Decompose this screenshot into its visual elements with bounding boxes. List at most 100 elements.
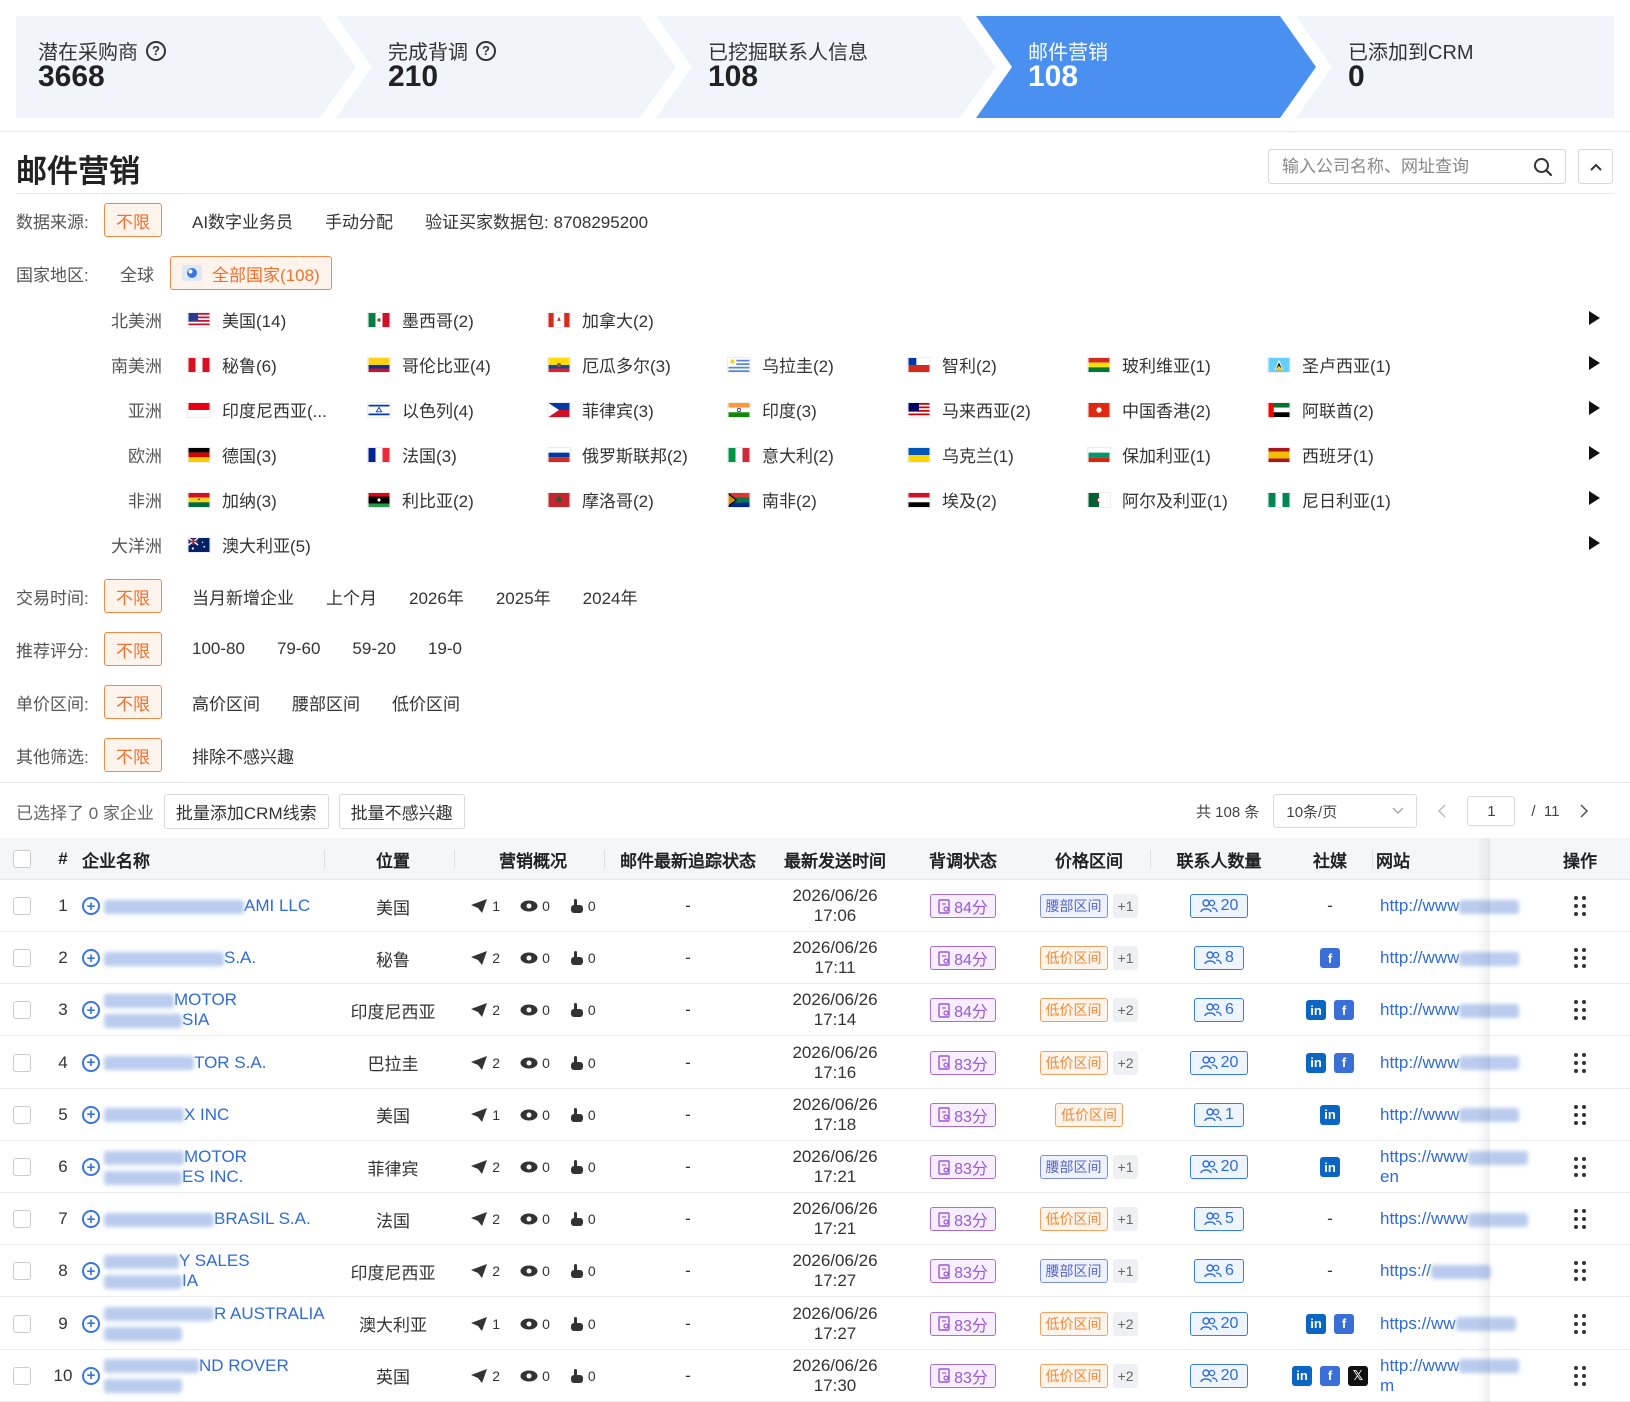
facebook-icon[interactable]: f: [1320, 948, 1340, 969]
column-header[interactable]: 位置: [328, 838, 458, 880]
search-box[interactable]: [1268, 149, 1566, 184]
country-filter-ph[interactable]: 菲律宾(3): [547, 397, 654, 422]
company-name-link[interactable]: MOTOR ES INC.: [104, 1147, 247, 1187]
website-link[interactable]: https://: [1380, 1261, 1492, 1281]
table-row[interactable]: 3 + MOTOR SIA 印度尼西亚 2 0 0-2026/06/26 17:14 84分 低价区…: [0, 984, 1630, 1037]
x-icon[interactable]: 𝕏: [1348, 1365, 1368, 1386]
country-filter-il[interactable]: 以色列(4): [367, 397, 474, 422]
filter-trade-time-option[interactable]: 当月新增企业: [192, 584, 294, 609]
facebook-icon[interactable]: f: [1334, 1313, 1354, 1334]
country-filter-fr[interactable]: 法国(3): [367, 442, 457, 467]
contact-count-badge[interactable]: 20: [1189, 894, 1249, 918]
country-filter-es[interactable]: 西班牙(1): [1267, 442, 1374, 467]
website-link[interactable]: http://www: [1380, 1053, 1520, 1073]
row-checkbox[interactable]: [13, 949, 31, 968]
price-more-badge[interactable]: +1: [1112, 1207, 1139, 1232]
company-name-link[interactable]: X INC: [104, 1105, 229, 1125]
more-actions-icon[interactable]: [1574, 1209, 1586, 1230]
row-checkbox[interactable]: [13, 1366, 31, 1385]
expand-row-icon[interactable]: +: [82, 949, 100, 968]
filter-source-package[interactable]: 验证买家数据包: 8708295200: [425, 208, 648, 233]
search-input[interactable]: [1269, 150, 1519, 183]
country-filter-ma[interactable]: 摩洛哥(2): [547, 487, 654, 512]
expand-region-icon[interactable]: [1589, 446, 1600, 460]
row-checkbox[interactable]: [13, 897, 31, 915]
contact-count-badge[interactable]: 8: [1194, 946, 1244, 971]
search-icon[interactable]: [1533, 157, 1553, 182]
score-badge[interactable]: 83分: [930, 1311, 996, 1336]
expand-region-icon[interactable]: [1589, 356, 1600, 370]
linkedin-icon[interactable]: in: [1320, 1104, 1340, 1125]
price-more-badge[interactable]: +2: [1112, 1311, 1139, 1336]
column-header[interactable]: 网站: [1376, 838, 1530, 880]
contact-count-badge[interactable]: 5: [1194, 1207, 1244, 1232]
score-badge[interactable]: 83分: [930, 1259, 996, 1284]
website-link[interactable]: http://www: [1380, 948, 1520, 968]
more-actions-icon[interactable]: [1574, 1104, 1586, 1125]
contact-count-badge[interactable]: 1: [1194, 1102, 1244, 1127]
funnel-step-2[interactable]: 完成背调? 210: [336, 16, 676, 118]
country-filter-de[interactable]: 德国(3): [187, 442, 277, 467]
country-filter-bg[interactable]: 保加利亚(1): [1087, 442, 1211, 467]
company-name-link[interactable]: AMI LLC: [104, 896, 310, 916]
country-filter-hk[interactable]: 中国香港(2): [1087, 397, 1211, 422]
expand-row-icon[interactable]: +: [82, 897, 100, 915]
filter-region-global[interactable]: 全球: [120, 261, 154, 286]
funnel-step-5[interactable]: 已添加到CRM 0: [1296, 16, 1614, 118]
country-filter-lc[interactable]: 圣卢西亚(1): [1267, 352, 1391, 377]
table-row[interactable]: 2 + S.A. 秘鲁 2 0 0 - 2026/06/26 17:11 84分 低价区间 +1 8 f ht…: [0, 932, 1630, 985]
score-badge[interactable]: 83分: [930, 1102, 996, 1127]
country-filter-eg[interactable]: 埃及(2): [907, 487, 997, 512]
facebook-icon[interactable]: f: [1334, 1000, 1354, 1021]
column-header[interactable]: 最新发送时间: [768, 838, 902, 880]
website-link[interactable]: https://www: [1380, 1209, 1528, 1229]
country-filter-cl[interactable]: 智利(2): [907, 352, 997, 377]
price-more-badge[interactable]: +2: [1112, 1363, 1139, 1388]
country-filter-mx[interactable]: 墨西哥(2): [367, 307, 474, 332]
row-checkbox[interactable]: [13, 1001, 31, 1020]
filter-source-ai[interactable]: AI数字业务员: [192, 208, 293, 233]
expand-region-icon[interactable]: [1589, 311, 1600, 325]
price-more-badge[interactable]: +1: [1112, 946, 1139, 971]
expand-region-icon[interactable]: [1589, 401, 1600, 415]
company-name-link[interactable]: R AUSTRALIA: [104, 1304, 325, 1344]
company-name-link[interactable]: MOTOR SIA: [104, 990, 237, 1030]
price-more-badge[interactable]: +2: [1112, 1050, 1139, 1075]
country-filter-pe[interactable]: 秘鲁(6): [187, 352, 277, 377]
website-link[interactable]: https://www en: [1380, 1147, 1528, 1187]
country-filter-bo[interactable]: 玻利维亚(1): [1087, 352, 1211, 377]
filter-source-unlimited[interactable]: 不限: [104, 203, 162, 237]
country-filter-ca[interactable]: 加拿大(2): [547, 307, 654, 332]
filter-trade-time-option[interactable]: 2024年: [583, 584, 638, 609]
row-checkbox[interactable]: [13, 1053, 31, 1072]
country-filter-co[interactable]: 哥伦比亚(4): [367, 352, 491, 377]
next-page-icon[interactable]: [1579, 804, 1589, 818]
linkedin-icon[interactable]: in: [1292, 1365, 1312, 1386]
filter-region-all[interactable]: 全部国家(108): [170, 256, 332, 290]
score-badge[interactable]: 83分: [930, 1207, 996, 1232]
company-name-link[interactable]: S.A.: [104, 948, 256, 968]
country-filter-in[interactable]: 印度(3): [727, 397, 817, 422]
score-badge[interactable]: 84分: [930, 998, 996, 1023]
expand-row-icon[interactable]: +: [82, 1314, 100, 1333]
funnel-step-3[interactable]: 已挖掘联系人信息 108: [656, 16, 996, 118]
linkedin-icon[interactable]: in: [1306, 1000, 1326, 1021]
column-header[interactable]: 价格区间: [1024, 838, 1154, 880]
column-separator[interactable]: [1372, 850, 1373, 868]
table-row[interactable]: 8 + Y SALES IA 印度尼西亚 2 0 0-2026/06/26 17:27 83分 腰部…: [0, 1245, 1630, 1298]
more-actions-icon[interactable]: [1574, 1052, 1586, 1073]
expand-row-icon[interactable]: +: [82, 1262, 100, 1281]
filter-score-option[interactable]: 100-80: [192, 639, 245, 659]
row-checkbox[interactable]: [13, 1105, 31, 1124]
row-checkbox[interactable]: [13, 1158, 31, 1176]
column-header[interactable]: 社媒: [1284, 838, 1376, 880]
filter-other-option[interactable]: 排除不感兴趣: [192, 743, 294, 768]
column-header[interactable]: 企业名称: [82, 838, 328, 880]
website-link[interactable]: https://ww: [1380, 1314, 1516, 1334]
filter-price-unlimited[interactable]: 不限: [104, 685, 162, 719]
filter-price-option[interactable]: 高价区间: [192, 690, 260, 715]
price-more-badge[interactable]: +1: [1112, 1259, 1139, 1284]
filter-score-option[interactable]: 79-60: [277, 639, 320, 659]
column-separator[interactable]: [604, 850, 605, 868]
country-filter-ly[interactable]: 利比亚(2): [367, 487, 474, 512]
